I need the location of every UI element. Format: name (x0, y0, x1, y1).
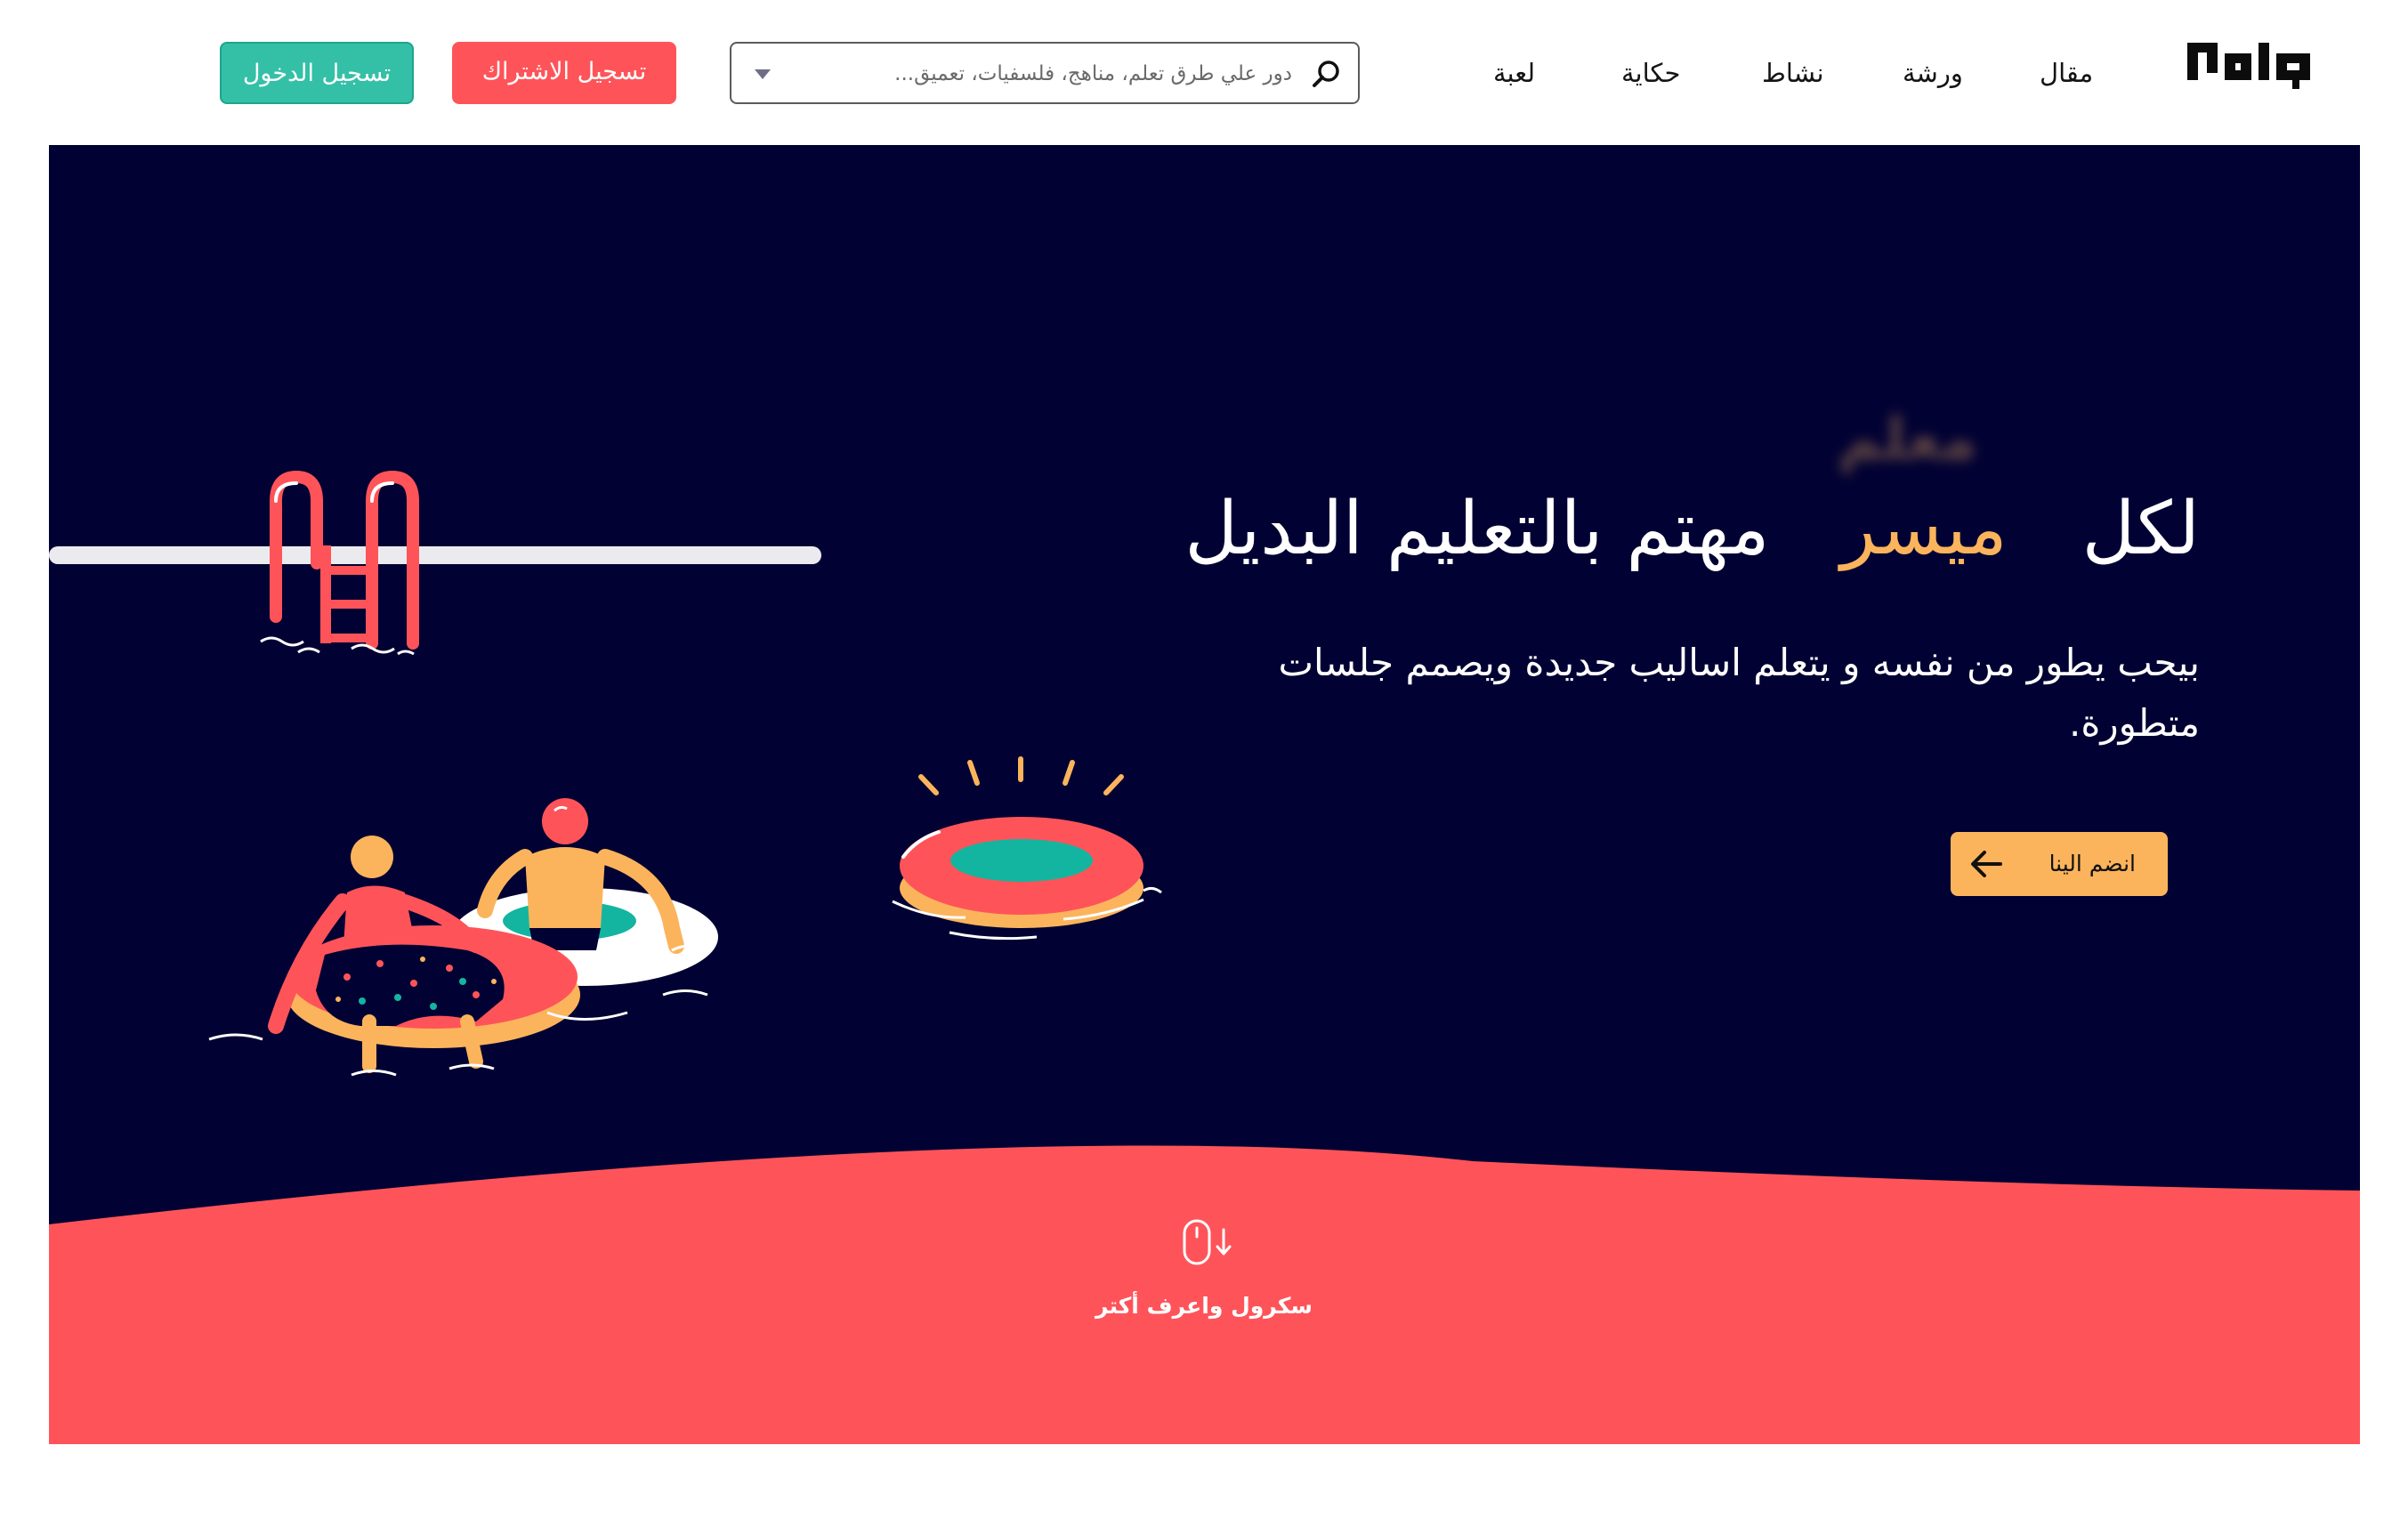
chevron-down-icon[interactable] (753, 67, 772, 81)
scroll-hint: سكرول واعرف أكتر (1095, 1293, 1313, 1319)
nav-item-game[interactable]: لعبة (1493, 53, 1535, 93)
join-us-label: انضم الينا (2048, 851, 2136, 876)
join-us-button[interactable]: انضم الينا (1951, 832, 2168, 896)
search-bar (730, 42, 1360, 104)
login-button[interactable]: تسجيل الدخول (220, 42, 414, 104)
headline-start: لكل (2081, 487, 2200, 571)
hero-headline: لكل ميسر مهتم بالتعليم البديل (1184, 485, 2200, 574)
headline-end: مهتم بالتعليم البديل (1184, 487, 1770, 571)
rotating-word-ghost: معلم (1838, 405, 1977, 473)
mouse-scroll-icon[interactable] (1181, 1217, 1238, 1269)
hero-section: معلم لكل ميسر مهتم بالتعليم البديل بيحب يط… (49, 145, 2360, 1444)
signup-button[interactable]: تسجيل الاشتراك (452, 42, 676, 104)
nav-item-story[interactable]: حكاية (1621, 53, 1680, 93)
search-icon[interactable] (1312, 59, 1342, 89)
site-logo[interactable] (2187, 39, 2310, 93)
nav-item-activity[interactable]: نشاط (1762, 53, 1824, 93)
search-input[interactable] (794, 51, 1294, 97)
nav-item-workshop[interactable]: ورشة (1903, 53, 1963, 93)
headline-accent-word: ميسر (1840, 487, 2008, 571)
nav-item-article[interactable]: مقال (2040, 53, 2093, 93)
hero-subtext: بيحب يطور من نفسه و يتعلم اساليب جديدة و… (1278, 641, 2200, 745)
arrow-left-icon (1971, 851, 2002, 877)
